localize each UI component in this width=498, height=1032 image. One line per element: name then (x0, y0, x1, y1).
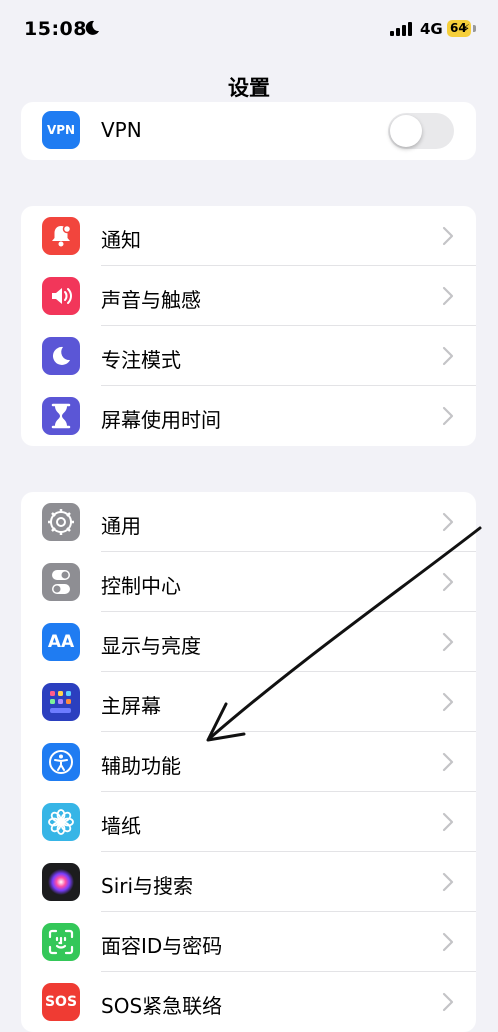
chevron-right-icon (442, 406, 454, 426)
settings-row-label: 主屏幕 (101, 694, 161, 718)
chevron-right-icon (442, 632, 454, 652)
chevron-right-icon (442, 692, 454, 712)
chevron-right-icon (442, 346, 454, 366)
settings-row-label: Siri与搜索 (101, 874, 194, 898)
settings-row-label: 面容ID与密码 (101, 934, 223, 958)
vpn-row[interactable]: VPN VPN (21, 102, 476, 160)
settings-row[interactable]: 控制中心 (21, 552, 476, 612)
chevron-right-icon (442, 226, 454, 246)
settings-row[interactable]: 主屏幕 (21, 672, 476, 732)
settings-row-label: 通用 (101, 514, 141, 538)
focus-moon-icon (85, 20, 99, 35)
settings-row[interactable]: 通用 (21, 492, 476, 552)
page-title: 设置 (228, 76, 270, 100)
cellular-signal-icon (390, 22, 412, 36)
settings-row[interactable]: SOS SOS紧急联络 (21, 972, 476, 1032)
home-grid-icon (42, 683, 80, 721)
settings-row[interactable]: AA 显示与亮度 (21, 612, 476, 672)
text-size-icon: AA (42, 623, 80, 661)
settings-row-label: SOS紧急联络 (101, 994, 223, 1018)
chevron-right-icon (442, 812, 454, 832)
text-size-icon-text: AA (47, 632, 75, 652)
sos-icon-text: SOS (44, 994, 78, 1010)
network-type: 4G (420, 20, 443, 38)
vpn-icon-text: VPN (46, 123, 76, 137)
moon-icon (42, 337, 80, 375)
status-time: 15:08 (24, 18, 87, 40)
settings-row-label: 屏幕使用时间 (101, 408, 221, 432)
switches-icon (42, 563, 80, 601)
notifications-group: 通知声音与触感专注模式屏幕使用时间 (21, 206, 476, 446)
settings-row[interactable]: Siri与搜索 (21, 852, 476, 912)
siri-icon (42, 863, 80, 901)
hourglass-icon (42, 397, 80, 435)
battery-icon: 64 ⚡ (447, 20, 471, 37)
settings-row[interactable]: 通知 (21, 206, 476, 266)
chevron-right-icon (442, 572, 454, 592)
settings-row[interactable]: 专注模式 (21, 326, 476, 386)
sos-icon: SOS (42, 983, 80, 1021)
general-group: 通用 控制中心 AA 显示与亮度 主屏幕 辅助功能 墙纸 Siri与搜索 面容ID与密码 SOS S… (21, 492, 476, 1032)
chevron-right-icon (442, 992, 454, 1012)
bell-icon (42, 217, 80, 255)
speaker-icon (42, 277, 80, 315)
settings-row[interactable]: 声音与触感 (21, 266, 476, 326)
charging-bolt-icon: ⚡ (462, 22, 470, 35)
vpn-icon: VPN (42, 111, 80, 149)
settings-row-label: 通知 (101, 228, 141, 252)
settings-row-label: 辅助功能 (101, 754, 181, 778)
chevron-right-icon (442, 932, 454, 952)
settings-row[interactable]: 墙纸 (21, 792, 476, 852)
settings-row-label: 控制中心 (101, 574, 181, 598)
settings-row[interactable]: 屏幕使用时间 (21, 386, 476, 446)
settings-row-label: 显示与亮度 (101, 634, 201, 658)
accessibility-icon (42, 743, 80, 781)
settings-row-label: 墙纸 (101, 814, 141, 838)
settings-row-label: 声音与触感 (101, 288, 201, 312)
vpn-label: VPN (101, 118, 142, 142)
settings-row-label: 专注模式 (101, 348, 181, 372)
flower-icon (42, 803, 80, 841)
face-id-icon (42, 923, 80, 961)
chevron-right-icon (442, 872, 454, 892)
vpn-toggle[interactable] (388, 113, 454, 149)
battery-tip (473, 25, 476, 32)
chevron-right-icon (442, 286, 454, 306)
vpn-group: VPN VPN (21, 102, 476, 160)
chevron-right-icon (442, 752, 454, 772)
vpn-toggle-knob (390, 115, 422, 147)
gear-icon (42, 503, 80, 541)
settings-row[interactable]: 面容ID与密码 (21, 912, 476, 972)
status-bar: 15:08 4G 64 ⚡ (0, 0, 498, 62)
chevron-right-icon (442, 512, 454, 532)
settings-row[interactable]: 辅助功能 (21, 732, 476, 792)
